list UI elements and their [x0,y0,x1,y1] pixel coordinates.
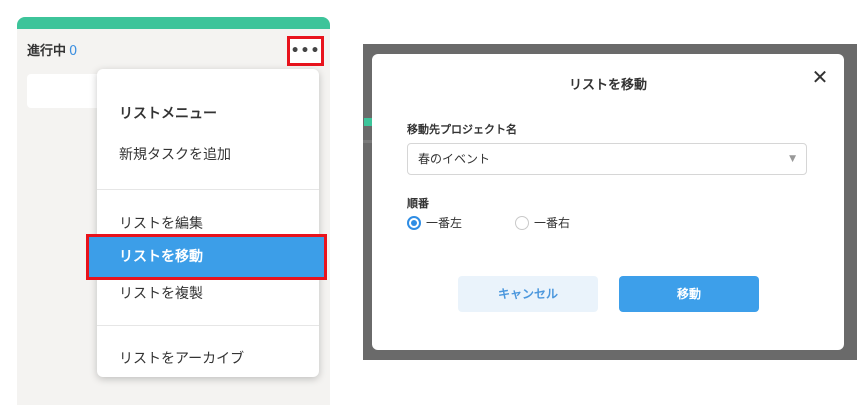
menu-divider [97,189,319,190]
menu-item-archive-list[interactable]: リストをアーカイブ [97,342,319,376]
menu-title: リストメニュー [119,106,217,122]
project-select-value: 春のイベント [418,152,491,166]
list-column: 進行中 0 ••• リストメニュー 新規タスクを追加 リストを編集 リストを移動 … [17,17,330,405]
column-header: 進行中 0 [27,40,77,59]
background-fragment [364,118,372,126]
menu-item-edit-list[interactable]: リストを編集 [97,207,319,241]
menu-item-duplicate-list[interactable]: リストを複製 [97,277,319,311]
chevron-down-icon: ▼ [789,154,796,164]
radio-unchecked-icon [515,215,529,230]
column-color-bar [17,17,330,29]
project-select[interactable]: 春のイベント ▼ [407,143,807,175]
column-title: 進行中 [27,44,67,59]
card-placeholder [27,74,107,108]
radio-label: 一番左 [426,216,463,230]
move-button[interactable]: 移動 [619,276,759,312]
menu-item-move-list[interactable]: リストを移動 [86,234,327,280]
cancel-button[interactable]: キャンセル [458,276,598,312]
menu-divider [97,325,319,326]
radio-leftmost[interactable]: 一番左 [407,214,462,231]
radio-label: 一番右 [534,216,571,230]
background-fragment [363,140,372,143]
close-icon[interactable]: ✕ [810,66,830,88]
menu-item-add-task[interactable]: 新規タスクを追加 [97,138,319,172]
list-menu: リストメニュー 新規タスクを追加 リストを編集 リストを移動 リストを複製 リス… [86,69,327,377]
column-count: 0 [69,44,78,59]
move-list-dialog: リストを移動 ✕ 移動先プロジェクト名 春のイベント ▼ 順番 一番左 一番右 … [372,54,844,350]
more-icon[interactable]: ••• [287,36,324,66]
radio-checked-icon [407,215,421,230]
radio-rightmost[interactable]: 一番右 [515,214,570,231]
order-label: 順番 [407,197,429,210]
dialog-title: リストを移動 [568,78,647,93]
project-label: 移動先プロジェクト名 [407,123,517,136]
